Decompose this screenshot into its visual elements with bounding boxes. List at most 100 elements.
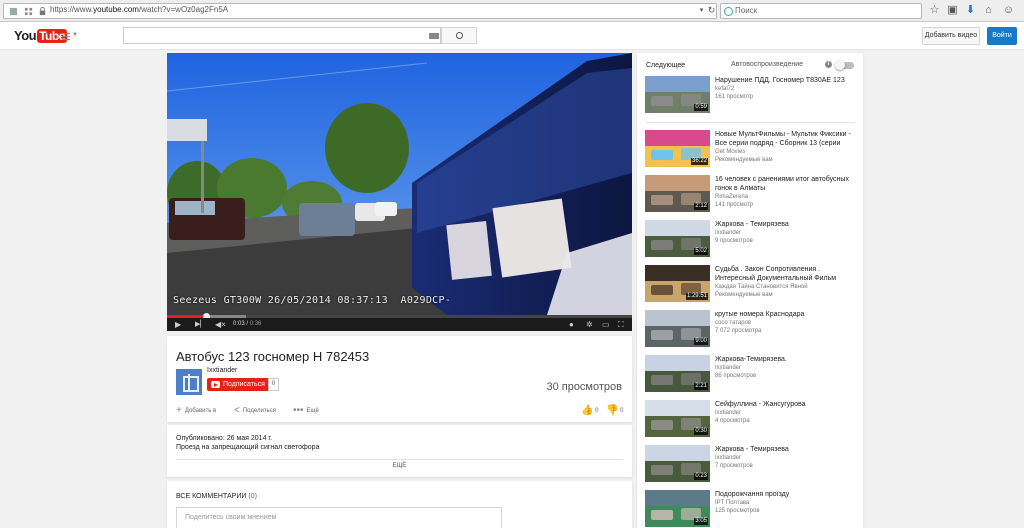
comments-title-label: ВСЕ КОММЕНТАРИИ <box>176 493 247 500</box>
channel-name[interactable]: Ixxtiander <box>207 367 237 374</box>
related-video-channel: Ixxtiander <box>715 455 742 461</box>
duration: 0:36 <box>249 321 262 327</box>
related-video-channel: kefal72 <box>715 86 735 92</box>
divider <box>646 122 854 123</box>
related-video-channel: Get Movies <box>715 149 746 155</box>
video-thumbnail[interactable]: 36:22 <box>645 130 710 167</box>
plus-icon: + <box>176 405 182 416</box>
related-video-item[interactable]: 9:00 крутые номера Краснодара coco татаров… <box>645 310 857 348</box>
related-video-item[interactable]: 0:59 Нарушение ПДД. Госномер Т830АЕ 123 ke… <box>645 76 857 114</box>
related-video-views: 9 просмотров <box>715 238 753 244</box>
related-video-item[interactable]: 5:02 Жаркова - Темирязева Ixxtiander 9 прос… <box>645 220 857 258</box>
logo-you-text: You <box>14 28 37 43</box>
next-icon[interactable]: ▶▏ <box>195 319 206 330</box>
video-thumbnail[interactable]: 2:12 <box>645 175 710 212</box>
search-input[interactable] <box>123 27 441 44</box>
related-video-title[interactable]: 16 человек с ранениями итог автобусных г… <box>715 175 857 193</box>
browser-search-field[interactable]: Поиск <box>720 3 922 19</box>
related-video-item[interactable]: 2:21 Жаркова-Темирязева. Ixxtiander 86 прос… <box>645 355 857 393</box>
address-bar[interactable]: https://www.youtube.com/watch?v=wOz0ag2F… <box>3 3 717 19</box>
current-time: 0:03 <box>233 321 245 327</box>
annotations-icon[interactable]: ● <box>569 319 574 330</box>
related-video-item[interactable]: 2:12 16 человек с ранениями итог автобусн… <box>645 175 857 213</box>
play-icon[interactable]: ▶ <box>175 319 181 330</box>
video-thumbnail[interactable]: 0:23 <box>645 445 710 482</box>
clipboard-icon[interactable]: ▣ <box>946 4 959 17</box>
grid-icon <box>24 7 33 16</box>
add-to-button[interactable]: + Добавить в <box>176 405 216 416</box>
video-thumbnail[interactable]: 5:02 <box>645 220 710 257</box>
related-video-title[interactable]: Судьба . Закон Сопротивления . Интересны… <box>715 265 857 283</box>
subscribe-button[interactable]: Подписаться <box>207 378 268 391</box>
related-video-channel: Ixxtiander <box>715 410 742 416</box>
more-actions-button[interactable]: ••• Ещё <box>293 405 319 416</box>
browser-search-placeholder: Поиск <box>735 6 758 15</box>
search-engine-icon <box>724 7 733 16</box>
related-video-title[interactable]: Жаркова - Темирязева <box>715 445 857 454</box>
like-count: 0 <box>595 408 599 414</box>
video-thumbnail[interactable]: 2:21 <box>645 355 710 392</box>
related-video-item[interactable]: 0:30 Сейфуллина - Жансугурова Ixxtiander 4 … <box>645 400 857 438</box>
home-icon[interactable]: ⌂ <box>982 4 995 17</box>
share-button[interactable]: < Поделиться <box>234 405 276 416</box>
gear-icon[interactable]: ✲ <box>586 319 593 330</box>
related-video-title[interactable]: Жаркова - Темирязева <box>715 220 857 229</box>
share-icon: < <box>234 405 240 416</box>
video-duration: 0:30 <box>694 428 708 435</box>
dislike-button[interactable]: 👎 0 <box>606 405 623 416</box>
comments-title: ВСЕ КОММЕНТАРИИ (0) <box>176 493 257 500</box>
autoplay-toggle[interactable] <box>835 60 854 70</box>
volume-mute-icon[interactable]: ◀× <box>215 319 226 330</box>
show-more-button[interactable]: ЕЩЁ <box>167 463 632 469</box>
sign-in-button[interactable]: Войти <box>987 27 1017 45</box>
comment-input[interactable]: Поделитесь своим мнением <box>176 507 502 528</box>
search-button[interactable] <box>441 27 477 44</box>
video-thumbnail[interactable]: 3:05 <box>645 490 710 527</box>
related-video-title[interactable]: крутые номера Краснодара <box>715 310 857 319</box>
youtube-logo[interactable]: You Tube <box>14 28 67 44</box>
guide-menu-icon[interactable] <box>62 33 70 40</box>
autoplay-label: Автовоспроизведение <box>731 61 804 68</box>
like-button[interactable]: 👍 0 <box>581 405 598 416</box>
youtube-play-icon <box>211 381 220 388</box>
subscriber-count: 0 <box>268 378 279 391</box>
thumbs-up-icon: 👍 <box>581 405 594 416</box>
related-video-title[interactable]: Нарушение ПДД. Госномер Т830АЕ 123 <box>715 76 857 85</box>
related-video-views: 7 просмотров <box>715 463 753 469</box>
add-video-button[interactable]: Добавить видео <box>922 27 980 45</box>
keyboard-icon[interactable] <box>429 33 439 39</box>
related-video-item[interactable]: 3:05 Подорожчання проїзду IPT Полтава 125 п… <box>645 490 857 528</box>
fullscreen-icon[interactable]: ⛶ <box>618 319 624 330</box>
theater-mode-icon[interactable]: ▭ <box>602 319 610 330</box>
video-thumbnail[interactable]: 0:30 <box>645 400 710 437</box>
chevron-down-icon[interactable]: ▼ <box>72 32 78 38</box>
related-video-title[interactable]: Сейфуллина - Жансугурова <box>715 400 857 409</box>
time-display: 0:03 / 0:36 <box>233 321 262 327</box>
related-video-item[interactable]: 36:22 Новые МультФильмы - Мультик Фиксики… <box>645 130 857 168</box>
video-player[interactable]: Seezeus GT300W 26/05/2014 08:37:13 A029D… <box>167 53 632 331</box>
related-video-title[interactable]: Подорожчання проїзду <box>715 490 857 499</box>
browser-toolbar: https://www.youtube.com/watch?v=wOz0ag2F… <box>0 0 1024 22</box>
avatar[interactable] <box>176 369 202 395</box>
video-thumbnail[interactable]: 0:59 <box>645 76 710 113</box>
bookmark-star-icon[interactable]: ☆ <box>928 4 941 17</box>
related-video-views: 161 просмотр <box>715 94 754 100</box>
video-duration: 1:29:51 <box>685 293 708 300</box>
related-video-title[interactable]: Новые МультФильмы - Мультик Фиксики - Вс… <box>715 130 857 148</box>
related-video-views: 4 просмотра <box>715 418 750 424</box>
menu-icon[interactable]: ☺ <box>1002 4 1015 17</box>
related-video-item[interactable]: 0:23 Жаркова - Темирязева Ixxtiander 7 прос… <box>645 445 857 483</box>
info-icon[interactable]: i <box>825 61 832 68</box>
video-info-panel: Автобус 123 госномер Н 782453 Ixxtiander… <box>167 336 632 422</box>
share-label: Поделиться <box>242 408 276 414</box>
related-video-item[interactable]: 1:29:51 Судьба . Закон Сопротивления . Ин… <box>645 265 857 303</box>
reload-icon[interactable]: ↻ <box>705 4 718 17</box>
video-thumbnail[interactable]: 1:29:51 <box>645 265 710 302</box>
related-video-views: Рекомендуемые вам <box>715 292 773 298</box>
download-icon[interactable]: ⬇ <box>964 4 977 17</box>
video-thumbnail[interactable]: 9:00 <box>645 310 710 347</box>
youtube-header: You Tube ▼ Добавить видео Войти <box>0 22 1024 50</box>
related-video-views: 86 просмотров <box>715 373 757 379</box>
video-duration: 0:23 <box>694 473 708 480</box>
related-video-title[interactable]: Жаркова-Темирязева. <box>715 355 857 364</box>
